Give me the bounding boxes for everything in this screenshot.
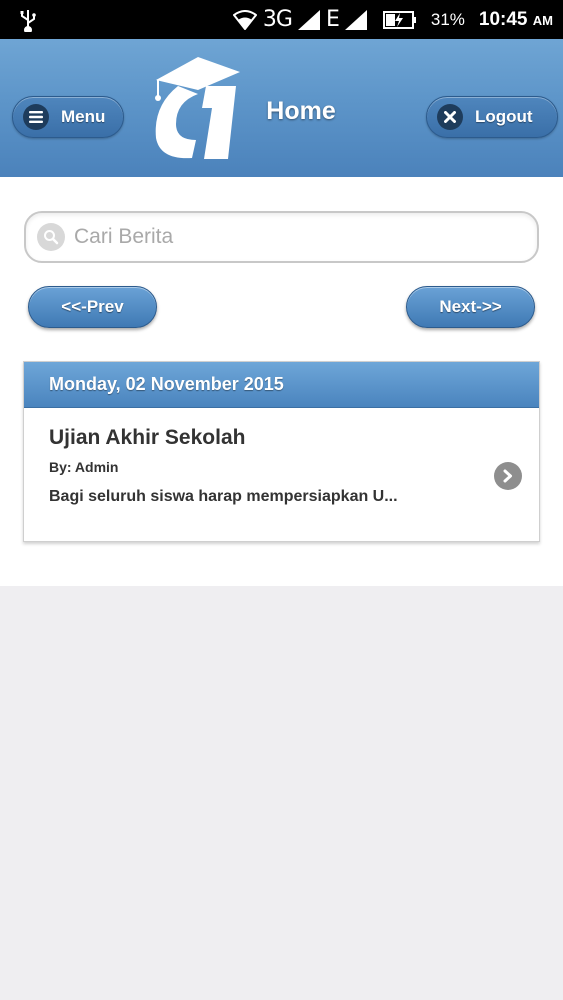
network-type: 3G — [262, 7, 293, 32]
news-card: Monday, 02 November 2015 Ujian Akhir Sek… — [23, 361, 540, 542]
prev-button[interactable]: <<-Prev — [28, 286, 157, 328]
news-summary: Bagi seluruh siswa harap mempersiapkan U… — [49, 488, 398, 505]
app-header: Menu Home Logout — [0, 39, 563, 177]
chevron-right-icon[interactable] — [494, 462, 522, 490]
menu-label: Menu — [61, 107, 106, 126]
logout-button[interactable]: Logout — [426, 96, 558, 138]
clock: 10:45 AM — [478, 8, 553, 30]
news-author: By: Admin — [49, 459, 119, 475]
battery-icon — [382, 10, 416, 29]
next-button[interactable]: Next->> — [406, 286, 535, 328]
network-type-2: E — [325, 7, 340, 32]
menu-icon — [23, 104, 49, 130]
logout-label: Logout — [475, 107, 533, 126]
status-bar: 3G E 31% 10:45 AM — [0, 0, 563, 39]
signal-icon-2 — [344, 9, 367, 30]
search-icon — [37, 223, 65, 251]
search-input[interactable] — [74, 225, 474, 249]
signal-icon — [297, 9, 320, 30]
wifi-icon — [232, 9, 257, 30]
news-item[interactable]: Ujian Akhir Sekolah By: Admin Bagi selur… — [24, 408, 539, 543]
close-icon — [437, 104, 463, 130]
usb-icon — [20, 10, 36, 32]
main-content: <<-Prev Next->> Monday, 02 November 2015… — [0, 177, 563, 586]
news-title: Ujian Akhir Sekolah — [49, 426, 246, 449]
page-title: Home — [266, 97, 336, 125]
school-logo — [155, 57, 240, 159]
news-date-header: Monday, 02 November 2015 — [24, 362, 539, 408]
menu-button[interactable]: Menu — [12, 96, 124, 138]
battery-percent: 31% — [430, 9, 465, 29]
search-box[interactable] — [24, 211, 539, 263]
